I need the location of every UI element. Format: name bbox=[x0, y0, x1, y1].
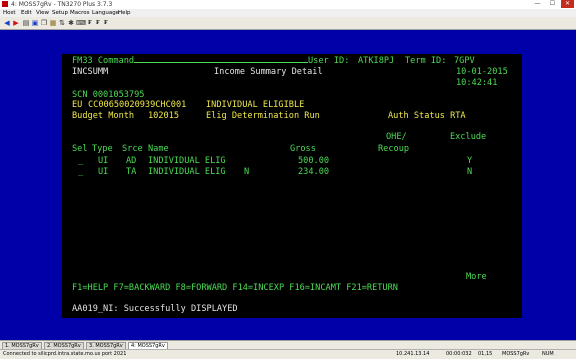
scn-number: SCN 0001053795 bbox=[72, 90, 145, 100]
menu-setup[interactable]: Setup bbox=[52, 9, 68, 17]
eu-id: CC00650020939CHC001 bbox=[88, 100, 187, 110]
font-medium-button[interactable]: F bbox=[94, 19, 102, 27]
app-icon bbox=[2, 1, 8, 7]
copy-icon[interactable]: ❐ bbox=[40, 19, 48, 27]
elig-determination-run: Elig Determination Run bbox=[206, 111, 320, 121]
right-arrow-icon[interactable]: ▶ bbox=[12, 19, 20, 27]
row-type: UI bbox=[98, 156, 109, 166]
minimize-button[interactable]: — bbox=[531, 0, 544, 8]
settings-icon[interactable]: ✱ bbox=[67, 19, 75, 27]
menu-view[interactable]: View bbox=[36, 9, 49, 17]
auth-status: Auth Status RTA bbox=[388, 111, 466, 121]
col-type: Type bbox=[92, 144, 113, 154]
menu-edit[interactable]: Edit bbox=[21, 9, 32, 17]
menu-macros[interactable]: Macros bbox=[70, 9, 90, 17]
row-select-field[interactable]: _ bbox=[78, 167, 83, 177]
close-button[interactable]: ✕ bbox=[561, 0, 574, 8]
user-id: ATKI8PJ bbox=[358, 56, 395, 66]
row-name: INDIVIDUAL ELIG bbox=[148, 167, 226, 177]
row-exclude: Y bbox=[467, 156, 473, 166]
term-id-label: Term ID: bbox=[405, 56, 447, 66]
row-name: INDIVIDUAL ELIG bbox=[148, 156, 226, 166]
row-flag: N bbox=[244, 167, 250, 177]
col-sel: Sel bbox=[72, 144, 88, 154]
save-icon[interactable]: ▣ bbox=[31, 19, 39, 27]
pf-key-legend: F1=HELP F7=BACKWARD F8=FORWARD F14=INCEX… bbox=[72, 283, 398, 293]
row-gross: 234.00 bbox=[298, 167, 330, 177]
eu-description: INDIVIDUAL ELIGIBLE bbox=[206, 100, 305, 110]
screen-date: 10-01-2015 bbox=[456, 67, 508, 77]
budget-month-value: 102015 bbox=[148, 111, 180, 121]
menu-host[interactable]: Host bbox=[3, 9, 16, 17]
term-id: 7GPV bbox=[454, 56, 475, 66]
toolbar: ◀ ▶ ▤ ▣ ❐ ▦ ⇅ ✱ ⌨ F F F bbox=[0, 17, 576, 30]
col-gross: Gross bbox=[290, 144, 316, 154]
col-srce: Srce bbox=[122, 144, 143, 154]
window-title: 4: MOSS7gRv - TN3270 Plus 3.7.3 bbox=[11, 1, 113, 8]
menu-bar: Host Edit View Setup Macros Language Hel… bbox=[0, 9, 576, 17]
print-icon[interactable]: ▤ bbox=[22, 19, 30, 27]
command-field-underline bbox=[134, 62, 308, 63]
col-exclude: Exclude bbox=[450, 132, 487, 142]
font-small-button[interactable]: F bbox=[86, 19, 94, 27]
col-recoup: Recoup bbox=[378, 144, 410, 154]
screen-id: INCSUMM bbox=[72, 67, 109, 77]
row-exclude: N bbox=[467, 167, 473, 177]
terminal-screen[interactable]: FM33 Command User ID: ATKI8PJ Term ID: 7… bbox=[62, 54, 522, 318]
status-message: AA019_NI: Successfully DISPLAYED bbox=[72, 304, 238, 314]
left-arrow-icon[interactable]: ◀ bbox=[3, 19, 11, 27]
eu-label: EU bbox=[72, 100, 83, 110]
col-name: Name bbox=[148, 144, 169, 154]
budget-month-label: Budget Month bbox=[72, 111, 135, 121]
more-indicator: More bbox=[466, 272, 487, 282]
window-controls: — ☐ ✕ bbox=[531, 0, 574, 9]
user-id-label: User ID: bbox=[308, 56, 350, 66]
paste-icon[interactable]: ▦ bbox=[49, 19, 57, 27]
maximize-button[interactable]: ☐ bbox=[546, 0, 559, 8]
screen-title: Income Summary Detail bbox=[214, 67, 323, 77]
keyboard-icon[interactable]: ⌨ bbox=[76, 19, 86, 27]
row-source: TA bbox=[126, 167, 137, 177]
menu-language[interactable]: Language bbox=[92, 9, 119, 17]
row-source: AD bbox=[126, 156, 137, 166]
font-large-button[interactable]: F bbox=[102, 19, 110, 27]
col-ohe: OHE/ bbox=[386, 132, 407, 142]
transfer-icon[interactable]: ⇅ bbox=[58, 19, 66, 27]
terminal-area: FM33 Command User ID: ATKI8PJ Term ID: 7… bbox=[0, 30, 576, 340]
screen-time: 10:42:41 bbox=[456, 78, 498, 88]
row-gross: 500.00 bbox=[298, 156, 330, 166]
transaction-code: FM33 Command bbox=[72, 56, 135, 66]
row-type: UI bbox=[98, 167, 109, 177]
row-select-field[interactable]: _ bbox=[78, 156, 83, 166]
menu-help[interactable]: Help bbox=[118, 9, 131, 17]
